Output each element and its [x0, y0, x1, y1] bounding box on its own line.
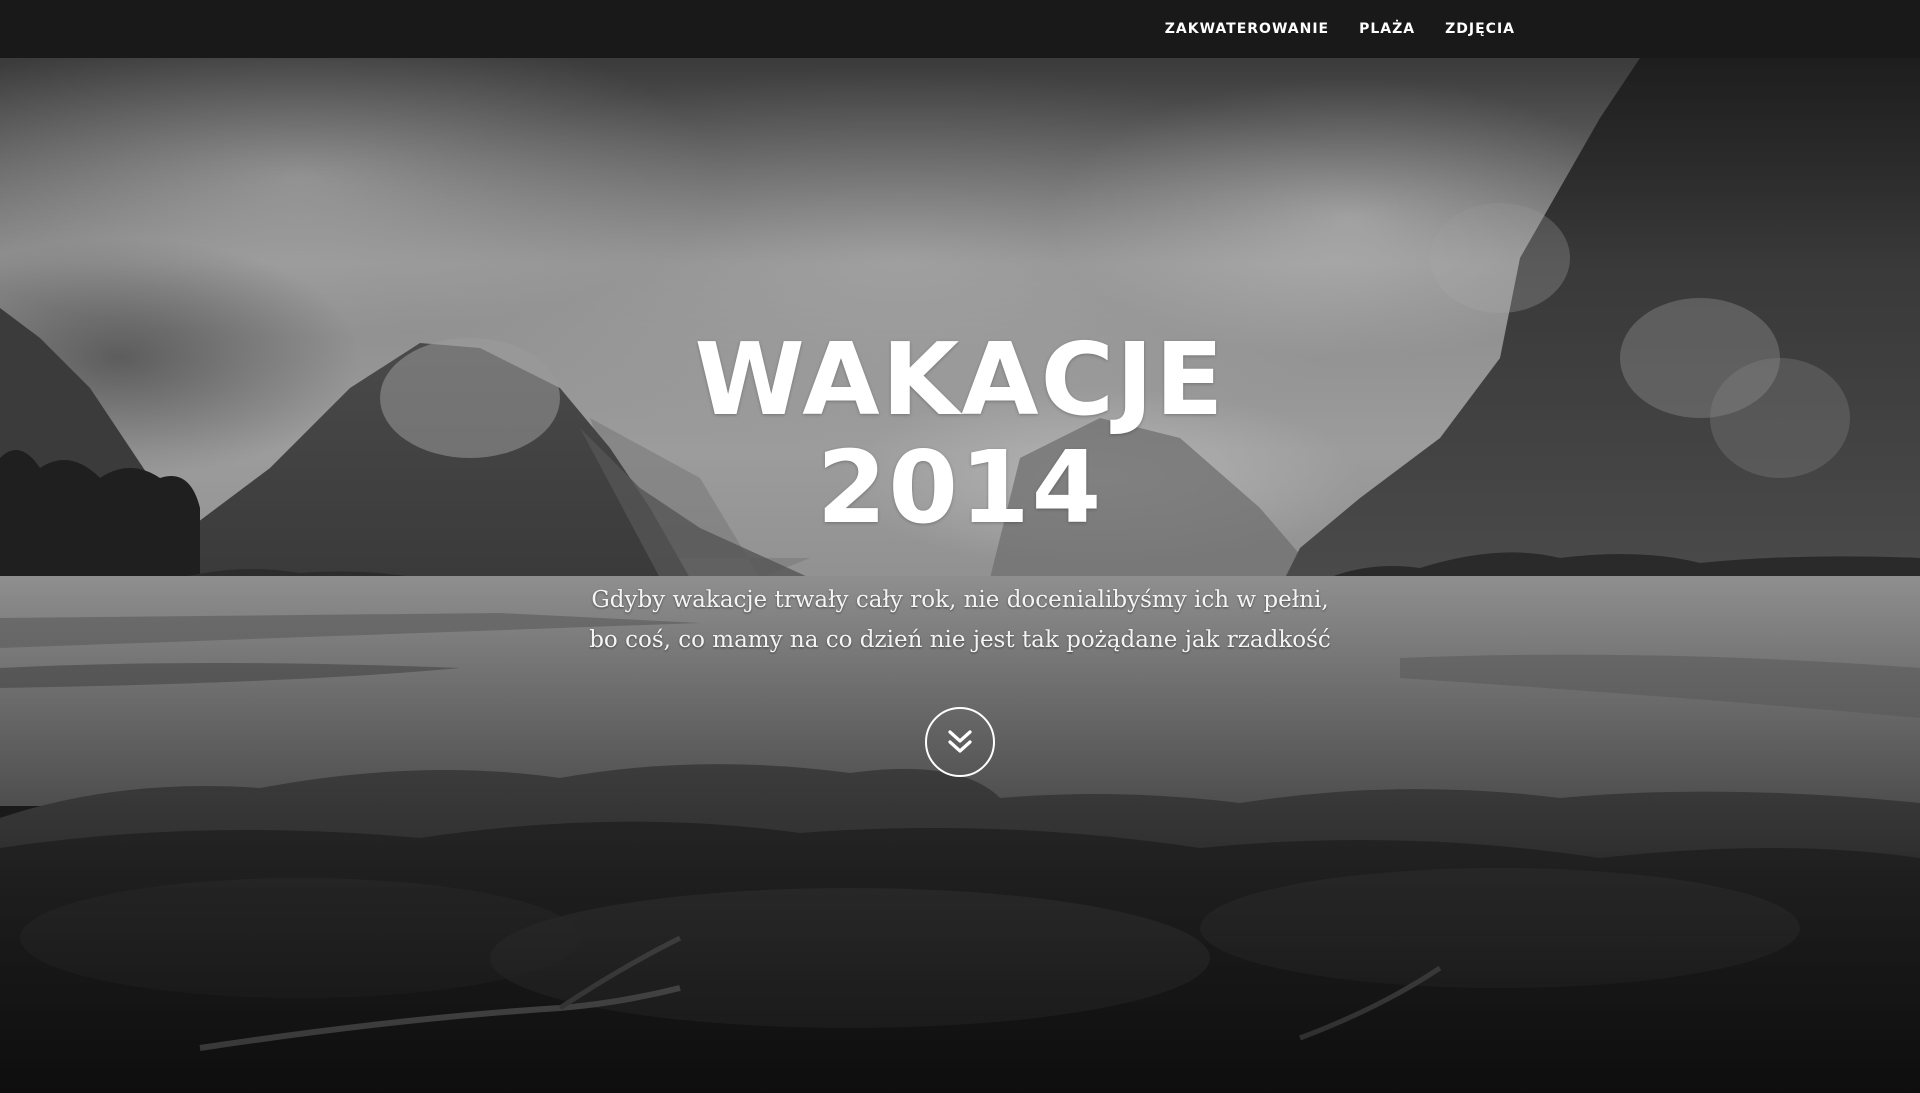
nav-menu: ZAKWATEROWANIE PLAŻA ZDJĘCIA	[1165, 0, 1515, 58]
hero-section: WAKACJE 2014 Gdyby wakacje trwały cały r…	[0, 58, 1920, 1093]
nav-link-plaza[interactable]: PLAŻA	[1359, 21, 1415, 37]
hero-title: WAKACJE 2014	[0, 326, 1920, 542]
hero-title-line-2: 2014	[816, 429, 1104, 546]
hero-content: WAKACJE 2014 Gdyby wakacje trwały cały r…	[0, 58, 1920, 1093]
top-navbar: ZAKWATEROWANIE PLAŻA ZDJĘCIA	[0, 0, 1920, 58]
nav-link-zakwaterowanie[interactable]: ZAKWATEROWANIE	[1165, 21, 1329, 37]
hero-subtitle-line-2: bo coś, co mamy na co dzień nie jest tak…	[589, 627, 1331, 653]
scroll-down-button[interactable]	[925, 707, 995, 777]
hero-title-line-1: WAKACJE	[694, 321, 1226, 438]
nav-link-zdjecia[interactable]: ZDJĘCIA	[1445, 21, 1515, 37]
nav-item-plaza: PLAŻA	[1359, 20, 1415, 38]
hero-subtitle: Gdyby wakacje trwały cały rok, nie docen…	[0, 580, 1920, 660]
nav-item-zakwaterowanie: ZAKWATEROWANIE	[1165, 20, 1329, 38]
nav-item-zdjecia: ZDJĘCIA	[1445, 20, 1515, 38]
double-chevron-down-icon	[948, 730, 972, 753]
page: ZAKWATEROWANIE PLAŻA ZDJĘCIA WAKACJE 201…	[0, 0, 1920, 1093]
hero-subtitle-line-1: Gdyby wakacje trwały cały rok, nie docen…	[591, 587, 1329, 613]
